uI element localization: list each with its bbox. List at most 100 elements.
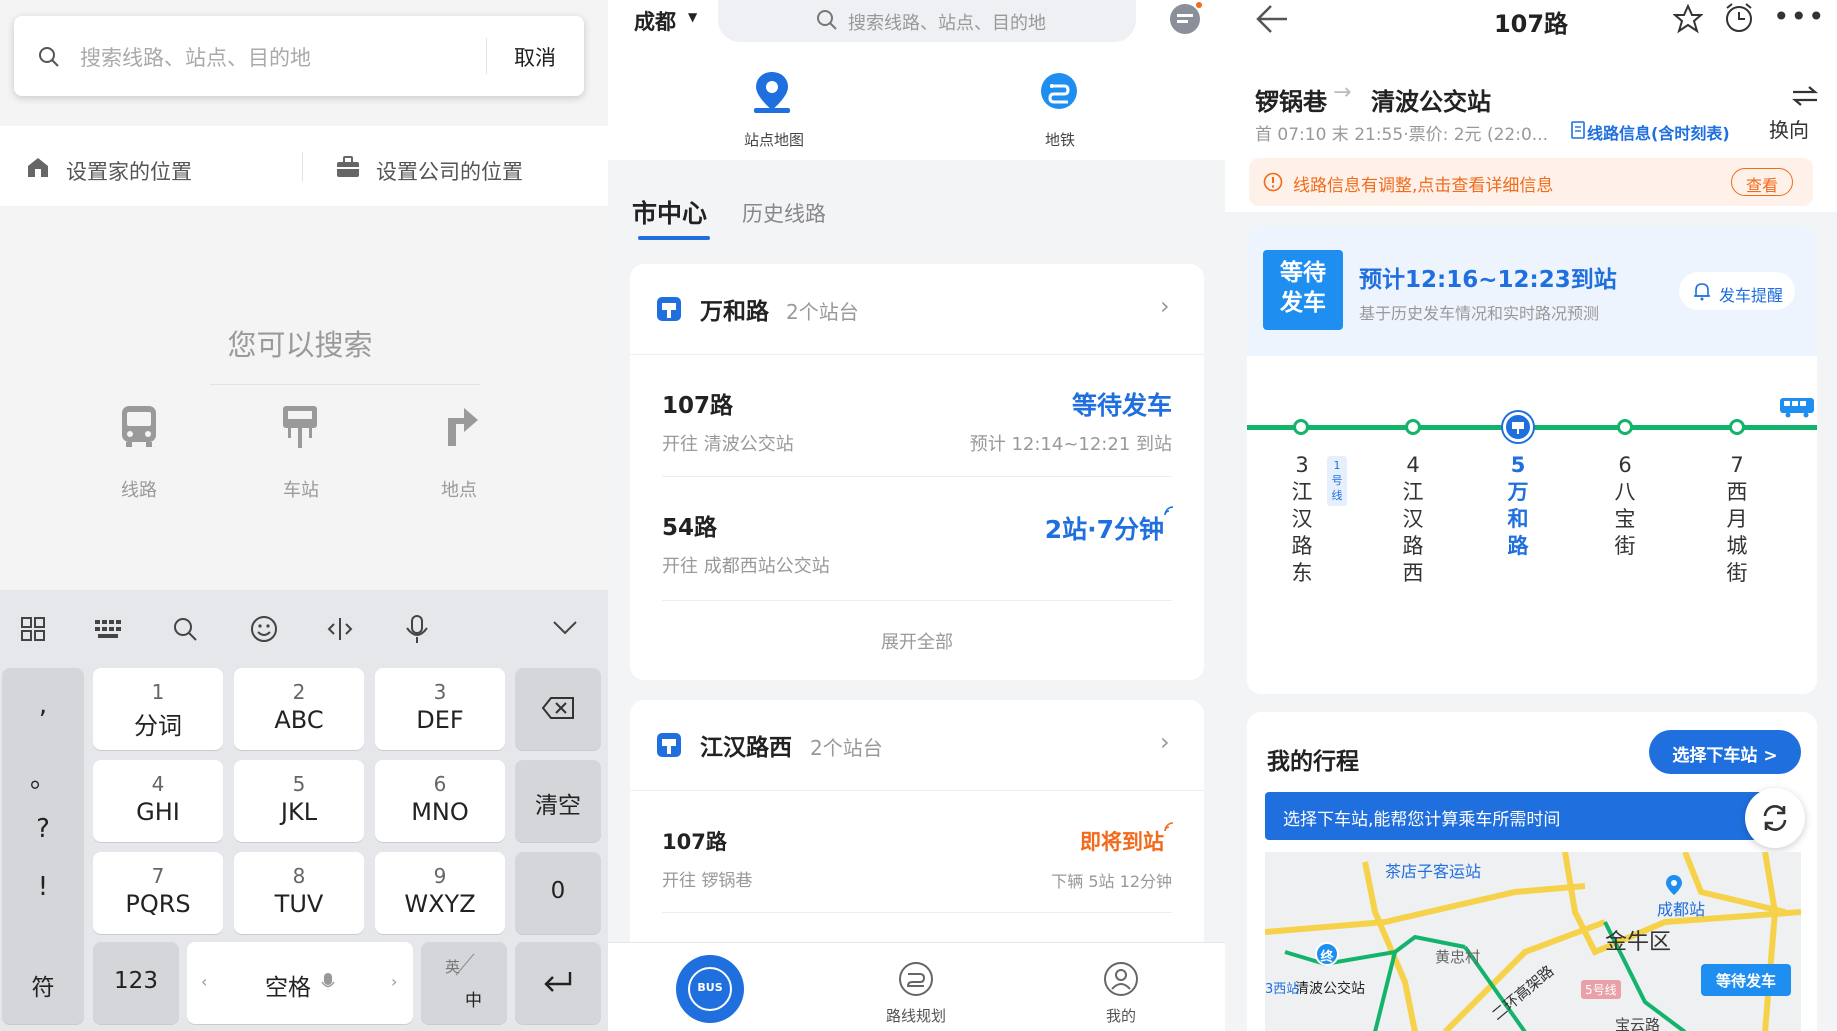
symbol-key-label: 符 xyxy=(31,975,55,1001)
stop-item[interactable]: 3 江 汉 路 东 xyxy=(1287,452,1317,587)
terminal-marker[interactable]: 终 xyxy=(1315,942,1339,966)
punct-key-question[interactable]: ? xyxy=(2,814,84,844)
route-map[interactable]: 茶店子客运站 成都站 金牛区 黄忠村 清波公交站 3西站 二环高架路 5号线 宝… xyxy=(1265,852,1801,1031)
notice-bar[interactable]: 线路信息有调整,点击查看详细信息 查看 xyxy=(1249,158,1813,206)
nav-mine[interactable]: 我的 xyxy=(1081,1005,1161,1026)
key-4[interactable]: 4 GHI xyxy=(93,760,223,842)
station-map-button[interactable] xyxy=(752,70,806,114)
key-7[interactable]: 7 PQRS xyxy=(93,852,223,934)
my-trip-title: 我的行程 xyxy=(1267,749,1359,775)
key-letters: DEF xyxy=(416,706,464,734)
alarm-clock-icon[interactable] xyxy=(1723,2,1755,34)
eta-subtext: 基于历史发车情况和实时路况预测 xyxy=(1359,304,1600,323)
emoji-icon[interactable] xyxy=(250,615,278,643)
key-5[interactable]: 5 JKL xyxy=(234,760,364,842)
symbol-key[interactable]: 符 xyxy=(2,942,84,1024)
metro-button[interactable] xyxy=(1040,72,1080,110)
nav-bus[interactable]: BUS xyxy=(676,955,744,1023)
search-hint: 您可以搜索 xyxy=(227,328,373,362)
chevron-right-icon[interactable]: › xyxy=(1160,728,1170,756)
eta-text: 预计12:16~12:23到站 xyxy=(1359,267,1617,293)
chevron-right-icon[interactable]: › xyxy=(1160,292,1170,320)
nav-route-plan[interactable]: 路线规划 xyxy=(866,1005,966,1026)
route-row[interactable]: 107路 开往 清波公交站 等待发车 预计 12:14~12:21 到站 xyxy=(630,356,1204,476)
microphone-icon xyxy=(321,972,335,992)
stop-dot[interactable] xyxy=(1617,419,1633,435)
clear-key-label: 清空 xyxy=(535,793,581,819)
search-icon xyxy=(816,9,838,31)
location-pin-icon xyxy=(1665,874,1683,896)
key-letters: GHI xyxy=(136,798,180,826)
current-stop-marker[interactable] xyxy=(1503,412,1533,442)
route-row[interactable]: 54路 开往 成都西站公交站 2站·7分钟 xyxy=(630,478,1204,598)
departure-reminder-button[interactable]: 发车提醒 xyxy=(1679,272,1795,310)
bus-status-marker[interactable]: 等待发车 xyxy=(1701,964,1791,996)
swap-direction-label[interactable]: 换向 xyxy=(1769,114,1809,143)
station-name[interactable]: 江汉路西 xyxy=(700,728,792,762)
zero-key[interactable]: 0 xyxy=(515,852,601,934)
key-letters: TUV xyxy=(274,890,324,918)
search-bar[interactable]: 搜索线路、站点、目的地 xyxy=(718,0,1136,42)
type-place[interactable] xyxy=(442,406,482,448)
stop-item[interactable]: 4 江 汉 路 西 xyxy=(1398,452,1428,587)
clear-key[interactable]: 清空 xyxy=(515,760,601,842)
apps-grid-icon[interactable] xyxy=(20,616,46,642)
key-number: 5 xyxy=(292,772,306,796)
bus-stop-icon xyxy=(1511,421,1525,435)
key-2[interactable]: 2 ABC xyxy=(234,668,364,750)
tab-city-center[interactable]: 市中心 xyxy=(632,194,707,230)
backspace-key[interactable] xyxy=(515,668,601,750)
swap-direction-icon[interactable] xyxy=(1791,86,1819,106)
route-info-link[interactable]: 线路信息(含时刻表) xyxy=(1587,120,1730,144)
stop-dot[interactable] xyxy=(1405,419,1421,435)
station-name[interactable]: 万和路 xyxy=(700,292,769,326)
type-stop[interactable] xyxy=(280,404,322,450)
route-status: 等待发车 xyxy=(1071,391,1172,420)
route-destination: 开往 清波公交站 xyxy=(662,434,794,455)
choose-stop-label: 选择下车站 > xyxy=(1672,746,1778,766)
punct-key-comma[interactable]: , xyxy=(2,690,84,720)
cursor-move-icon[interactable] xyxy=(326,616,354,642)
stop-item[interactable]: 6 八 宝 街 xyxy=(1610,452,1640,560)
punct-key-period[interactable]: 。 xyxy=(2,758,84,795)
microphone-icon[interactable] xyxy=(404,614,430,644)
message-icon[interactable] xyxy=(1168,2,1202,36)
station-card: 万和路 2个站台 › 107路 开往 清波公交站 等待发车 预计 12:14~1… xyxy=(630,264,1204,680)
station-card: 江汉路西 2个站台 › 107路 开往 锣锅巷 即将到站 下辆 5站 12分钟 xyxy=(630,700,1204,960)
refresh-button[interactable] xyxy=(1745,788,1805,848)
key-3[interactable]: 3 DEF xyxy=(375,668,505,750)
search-icon[interactable] xyxy=(172,616,198,642)
type-route[interactable] xyxy=(118,404,160,448)
notice-view-button[interactable]: 查看 xyxy=(1731,168,1793,196)
key-6[interactable]: 6 MNO xyxy=(375,760,505,842)
type-stop-label: 车站 xyxy=(283,480,319,501)
chevron-down-icon[interactable] xyxy=(552,620,578,636)
route-row[interactable]: 107路 开往 锣锅巷 即将到站 下辆 5站 12分钟 xyxy=(630,792,1204,912)
keyboard-layout-icon[interactable] xyxy=(94,618,122,640)
set-home-button[interactable]: 设置家的位置 xyxy=(66,156,192,186)
key-8[interactable]: 8 TUV xyxy=(234,852,364,934)
expand-all-button[interactable]: 展开全部 xyxy=(630,628,1204,654)
stop-item[interactable]: 7 西 月 城 街 xyxy=(1722,452,1752,587)
space-key[interactable]: ‹ 空格 › xyxy=(187,942,413,1024)
route-origin: 锣锅巷 xyxy=(1255,88,1327,116)
search-box[interactable]: 搜索线路、站点、目的地 取消 xyxy=(14,16,584,96)
set-company-button[interactable]: 设置公司的位置 xyxy=(376,156,523,186)
number-mode-label: 123 xyxy=(114,968,158,994)
key-1[interactable]: 1 分词 xyxy=(93,668,223,750)
tab-history-routes[interactable]: 历史线路 xyxy=(742,198,826,228)
stop-dot[interactable] xyxy=(1729,419,1745,435)
star-icon[interactable] xyxy=(1673,4,1703,34)
more-icon[interactable]: ••• xyxy=(1773,0,1826,33)
city-selector[interactable]: 成都 xyxy=(634,6,676,36)
enter-key[interactable] xyxy=(515,942,601,1024)
choose-stop-button[interactable]: 选择下车站 > xyxy=(1649,730,1801,774)
language-switch-key[interactable]: 英 中 xyxy=(421,942,507,1024)
number-mode-key[interactable]: 123 xyxy=(93,942,179,1024)
key-9[interactable]: 9 WXYZ xyxy=(375,852,505,934)
stop-item-current[interactable]: 5 万 和 路 xyxy=(1503,452,1533,560)
search-input[interactable]: 搜索线路、站点、目的地 xyxy=(80,42,311,72)
cancel-button[interactable]: 取消 xyxy=(514,42,556,72)
punct-key-exclaim[interactable]: ! xyxy=(2,872,84,902)
stop-dot[interactable] xyxy=(1293,419,1309,435)
